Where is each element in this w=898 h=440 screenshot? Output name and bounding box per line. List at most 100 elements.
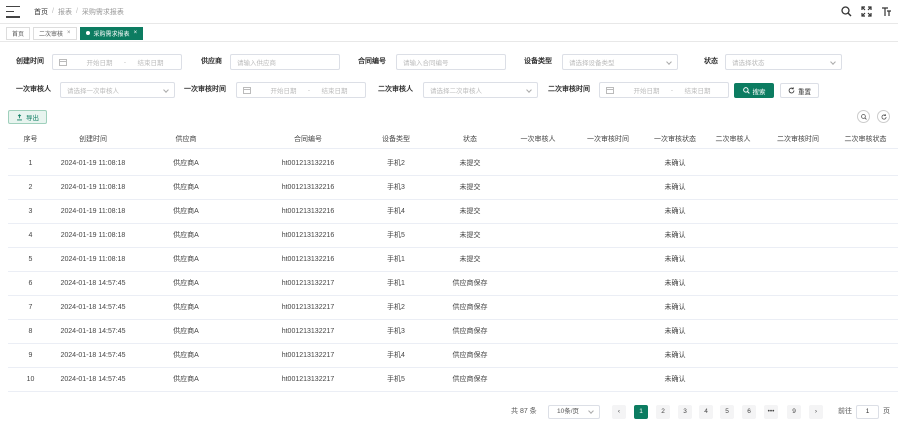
page-button[interactable]: 5 — [720, 405, 734, 419]
cell-created: 2024-01-19 11:08:18 — [60, 208, 126, 215]
chevron-down-icon — [588, 408, 594, 414]
tab-purchase-report[interactable]: 采购需求报表 × — [79, 26, 144, 40]
table-row[interactable]: 2 2024-01-19 11:08:18 供应商A ht001213132216 手机… — [8, 176, 898, 200]
goto-page-input[interactable]: 1 — [856, 405, 879, 419]
breadcrumb: 首页 / 报表 / 采购需求报表 — [34, 7, 124, 17]
tab-second-review[interactable]: 二次审核 × — [33, 26, 77, 40]
table-row[interactable]: 9 2024-01-18 14:57:45 供应商A ht001213132217 手机… — [8, 344, 898, 368]
table-row[interactable]: 4 2024-01-19 11:08:18 供应商A ht001213132216 手机… — [8, 224, 898, 248]
page-button[interactable]: 3 — [678, 405, 692, 419]
cell-rev2-time — [768, 224, 828, 247]
search-icon[interactable] — [840, 5, 852, 17]
device-type-select[interactable]: 请选择设备类型 — [562, 54, 678, 70]
toggle-search-button[interactable] — [857, 110, 870, 123]
table-row[interactable]: 6 2024-01-18 14:57:45 供应商A ht001213132217 手机… — [8, 272, 898, 296]
close-icon[interactable]: × — [67, 30, 71, 36]
breadcrumb-current: 采购需求报表 — [81, 8, 124, 16]
cell-device: 手机4 — [387, 208, 405, 215]
cell-rev1-time — [578, 368, 638, 391]
cell-rev2 — [703, 152, 763, 175]
prev-page-button[interactable]: ‹ — [612, 405, 626, 419]
cell-supplier: 供应商A — [173, 232, 199, 239]
chevron-down-icon — [666, 59, 672, 65]
cell-status: 供应商保存 — [452, 328, 488, 335]
goto-label: 前往 — [838, 408, 852, 415]
col-device: 设备类型 — [382, 136, 410, 143]
cell-supplier: 供应商A — [173, 328, 199, 335]
cell-rev1-status: 未确认 — [664, 352, 686, 359]
cell-rev2-status — [833, 272, 898, 295]
next-page-button[interactable]: › — [809, 405, 823, 419]
cell-rev2 — [703, 200, 763, 223]
pagination-total: 共 87 条 — [511, 408, 537, 415]
cell-supplier: 供应商A — [173, 256, 199, 263]
cell-contract: ht001213132217 — [281, 280, 335, 287]
cell-rev1-time — [578, 248, 638, 271]
cell-status: 未提交 — [459, 208, 481, 215]
rev1-time-range[interactable]: 开始日期 - 结束日期 — [236, 82, 366, 98]
search-button[interactable]: 搜索 — [734, 83, 774, 98]
page-button[interactable]: 2 — [656, 405, 670, 419]
cell-rev1-time — [578, 176, 638, 199]
reset-button[interactable]: 重置 — [780, 83, 819, 98]
rev1-select[interactable]: 请选择一次审核人 — [60, 82, 175, 98]
tab-home[interactable]: 首页 — [6, 26, 31, 40]
cell-index: 2 — [28, 184, 33, 191]
table-row[interactable]: 8 2024-01-18 14:57:45 供应商A ht001213132217 手机… — [8, 320, 898, 344]
contract-label: 合同编号 — [358, 58, 386, 65]
cell-rev2-time — [768, 368, 828, 391]
cell-rev2 — [703, 176, 763, 199]
table-row[interactable]: 3 2024-01-19 11:08:18 供应商A ht001213132216 手机… — [8, 200, 898, 224]
table-row[interactable]: 7 2024-01-18 14:57:45 供应商A ht001213132217 手机… — [8, 296, 898, 320]
page-button[interactable]: 9 — [787, 405, 801, 419]
cell-index: 7 — [28, 304, 33, 311]
contract-input[interactable]: 请输入合同编号 — [396, 54, 506, 70]
page-button[interactable]: 4 — [699, 405, 713, 419]
rev2-time-label: 二次审核时间 — [548, 86, 590, 93]
cell-created: 2024-01-19 11:08:18 — [60, 160, 126, 167]
created-time-range[interactable]: 开始日期 - 结束日期 — [52, 54, 182, 70]
menu-toggle-icon[interactable] — [6, 5, 20, 18]
breadcrumb-home[interactable]: 首页 — [34, 7, 48, 17]
close-icon[interactable]: × — [134, 30, 138, 36]
cell-status: 未提交 — [459, 184, 481, 191]
breadcrumb-report[interactable]: 报表 — [58, 7, 72, 17]
cell-rev1 — [508, 368, 568, 391]
device-type-label: 设备类型 — [524, 58, 552, 65]
cell-index: 10 — [26, 376, 35, 383]
page-button[interactable]: 1 — [634, 405, 648, 419]
status-select[interactable]: 请选择状态 — [725, 54, 842, 70]
export-button[interactable]: 导出 — [8, 110, 47, 124]
cell-created: 2024-01-18 14:57:45 — [60, 376, 126, 383]
cell-supplier: 供应商A — [173, 376, 199, 383]
col-rev1-status: 一次审核状态 — [654, 136, 696, 143]
page-ellipsis-button[interactable]: ••• — [764, 405, 778, 419]
page-button[interactable]: 6 — [742, 405, 756, 419]
cell-rev2 — [703, 224, 763, 247]
cell-rev2-time — [768, 248, 828, 271]
cell-supplier: 供应商A — [173, 280, 199, 287]
cell-rev1-time — [578, 152, 638, 175]
rev2-select[interactable]: 请选择二次审核人 — [423, 82, 538, 98]
supplier-input[interactable]: 请输入供应商 — [230, 54, 340, 70]
table-row[interactable]: 5 2024-01-19 11:08:18 供应商A ht001213132216 手机… — [8, 248, 898, 272]
cell-status: 未提交 — [459, 256, 481, 263]
table-row[interactable]: 10 2024-01-18 14:57:45 供应商A ht001213132217 手… — [8, 368, 898, 392]
cell-rev1-time — [578, 344, 638, 367]
font-size-icon[interactable] — [880, 5, 892, 17]
cell-contract: ht001213132216 — [281, 256, 335, 263]
col-created: 创建时间 — [79, 136, 107, 143]
cell-created: 2024-01-18 14:57:45 — [60, 304, 126, 311]
refresh-table-button[interactable] — [877, 110, 890, 123]
table-row[interactable]: 1 2024-01-19 11:08:18 供应商A ht001213132216 手机… — [8, 152, 898, 176]
cell-contract: ht001213132217 — [281, 304, 335, 311]
page-size-select[interactable]: 10条/页 — [548, 405, 600, 419]
cell-contract: ht001213132216 — [281, 208, 335, 215]
fullscreen-icon[interactable] — [860, 5, 872, 17]
cell-supplier: 供应商A — [173, 208, 199, 215]
cell-rev2-status — [833, 296, 898, 319]
cell-index: 3 — [28, 208, 33, 215]
rev2-time-range[interactable]: 开始日期 - 结束日期 — [599, 82, 729, 98]
cell-contract: ht001213132216 — [281, 160, 335, 167]
tabs-bar: 首页 二次审核 × 采购需求报表 × — [0, 25, 898, 42]
